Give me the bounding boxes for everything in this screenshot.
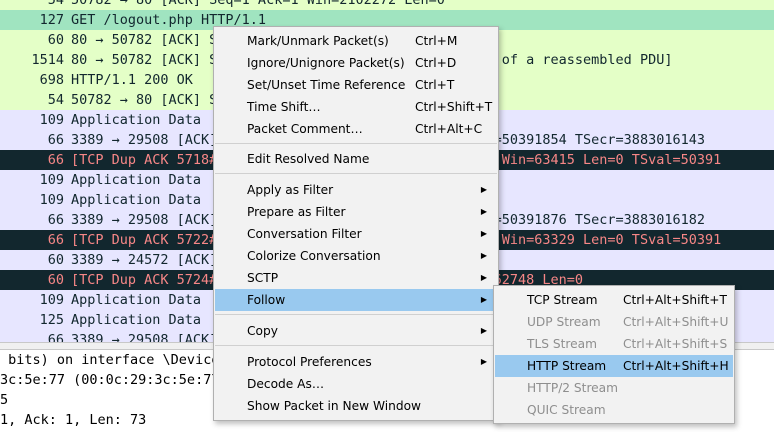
detail-ip[interactable]: 5 xyxy=(0,390,8,410)
menu-item-protocol-preferences[interactable]: Protocol Preferences ▶ xyxy=(215,351,497,373)
packet-info: Application Data xyxy=(71,172,202,188)
menu-item-show-packet-new-window[interactable]: Show Packet in New Window xyxy=(215,395,497,417)
menu-item-prepare-as-filter[interactable]: Prepare as Filter ▶ xyxy=(215,201,497,223)
menu-item-http-stream[interactable]: HTTP Stream Ctrl+Alt+Shift+H xyxy=(495,355,733,377)
packet-length: 125 xyxy=(39,312,64,328)
packet-length: 66 xyxy=(47,232,64,248)
menu-item-decode-as[interactable]: Decode As… xyxy=(215,373,497,395)
detail-frame[interactable]: bits) on interface \Device xyxy=(0,350,219,370)
packet-row[interactable]: 54 50782 → 80 [ACK] Seq=1 Ack=1 Win=21022… xyxy=(0,0,774,10)
packet-length: 54 xyxy=(47,0,64,8)
menu-item-colorize-conversation[interactable]: Colorize Conversation ▶ xyxy=(215,245,497,267)
menu-item-time-reference[interactable]: Set/Unset Time Reference Ctrl+T xyxy=(215,74,497,96)
menu-item-mark-packet[interactable]: Mark/Unmark Packet(s) Ctrl+M xyxy=(215,30,497,52)
packet-context-menu: Mark/Unmark Packet(s) Ctrl+M Ignore/Unign… xyxy=(213,26,499,421)
menu-item-http2-stream: HTTP/2 Stream xyxy=(527,381,619,395)
packet-length: 66 xyxy=(47,332,64,342)
submenu-arrow-icon: ▶ xyxy=(480,229,487,238)
menu-item-sctp[interactable]: SCTP ▶ xyxy=(215,267,497,289)
menu-item-copy[interactable]: Copy ▶ xyxy=(215,320,497,342)
submenu-arrow-icon: ▶ xyxy=(480,185,487,194)
packet-info: HTTP/1.1 200 OK xyxy=(71,72,193,88)
packet-length: 109 xyxy=(39,192,64,208)
packet-info: 80 → 50782 [ACK] S xyxy=(71,32,218,48)
packet-length: 127 xyxy=(39,12,64,28)
menu-item-apply-as-filter[interactable]: Apply as Filter ▶ xyxy=(215,179,497,201)
menu-item-follow[interactable]: Follow ▶ xyxy=(215,289,497,311)
submenu-arrow-icon: ▶ xyxy=(480,273,487,282)
follow-submenu: TCP Stream Ctrl+Alt+Shift+T UDP Stream Ctr… xyxy=(493,285,735,424)
packet-length: 66 xyxy=(47,212,64,228)
submenu-arrow-icon: ▶ xyxy=(480,295,487,304)
packet-length: 109 xyxy=(39,172,64,188)
menu-item-tcp-stream[interactable]: TCP Stream Ctrl+Alt+Shift+T xyxy=(495,289,733,311)
packet-info: 50782 → 80 [ACK] Seq=1 Ack=1 Win=2102272… xyxy=(71,0,445,8)
packet-length: 66 xyxy=(47,152,64,168)
menu-separator xyxy=(215,345,497,346)
submenu-arrow-icon: ▶ xyxy=(480,357,487,366)
packet-length: 60 xyxy=(47,272,64,288)
detail-ethernet[interactable]: 3c:5e:77 (00:0c:29:3c:5e:77 xyxy=(0,370,219,390)
menu-item-ignore-packet[interactable]: Ignore/Unignore Packet(s) Ctrl+D xyxy=(215,52,497,74)
menu-separator xyxy=(215,314,497,315)
menu-item-time-shift[interactable]: Time Shift… Ctrl+Shift+T xyxy=(215,96,497,118)
menu-item-tls-stream: TLS Stream Ctrl+Alt+Shift+S xyxy=(527,337,728,351)
packet-info: 50782 → 80 [ACK] S xyxy=(71,92,218,108)
menu-separator xyxy=(215,173,497,174)
menu-item-conversation-filter[interactable]: Conversation Filter ▶ xyxy=(215,223,497,245)
submenu-arrow-icon: ▶ xyxy=(480,251,487,260)
menu-separator xyxy=(215,143,497,144)
packet-info: Application Data xyxy=(71,192,202,208)
detail-tcp[interactable]: 1, Ack: 1, Len: 73 xyxy=(0,410,146,430)
menu-item-quic-stream: QUIC Stream xyxy=(527,403,606,417)
packet-length: 54 xyxy=(47,92,64,108)
packet-length: 698 xyxy=(39,72,64,88)
submenu-arrow-icon: ▶ xyxy=(480,326,487,335)
menu-item-packet-comment[interactable]: Packet Comment… Ctrl+Alt+C xyxy=(215,118,497,140)
packet-length: 109 xyxy=(39,292,64,308)
packet-length: 60 xyxy=(47,252,64,268)
menu-item-edit-resolved-name[interactable]: Edit Resolved Name xyxy=(215,148,497,170)
packet-info: 3389 → 24572 [ACK] xyxy=(71,252,218,268)
packet-length: 1514 xyxy=(31,52,64,68)
packet-info: Application Data xyxy=(71,292,202,308)
packet-length: 60 xyxy=(47,32,64,48)
packet-info: Application Data xyxy=(71,112,202,128)
packet-info: Application Data xyxy=(71,312,202,328)
menu-item-udp-stream: UDP Stream Ctrl+Alt+Shift+U xyxy=(527,315,729,329)
packet-length: 66 xyxy=(47,132,64,148)
submenu-arrow-icon: ▶ xyxy=(480,207,487,216)
packet-length: 109 xyxy=(39,112,64,128)
